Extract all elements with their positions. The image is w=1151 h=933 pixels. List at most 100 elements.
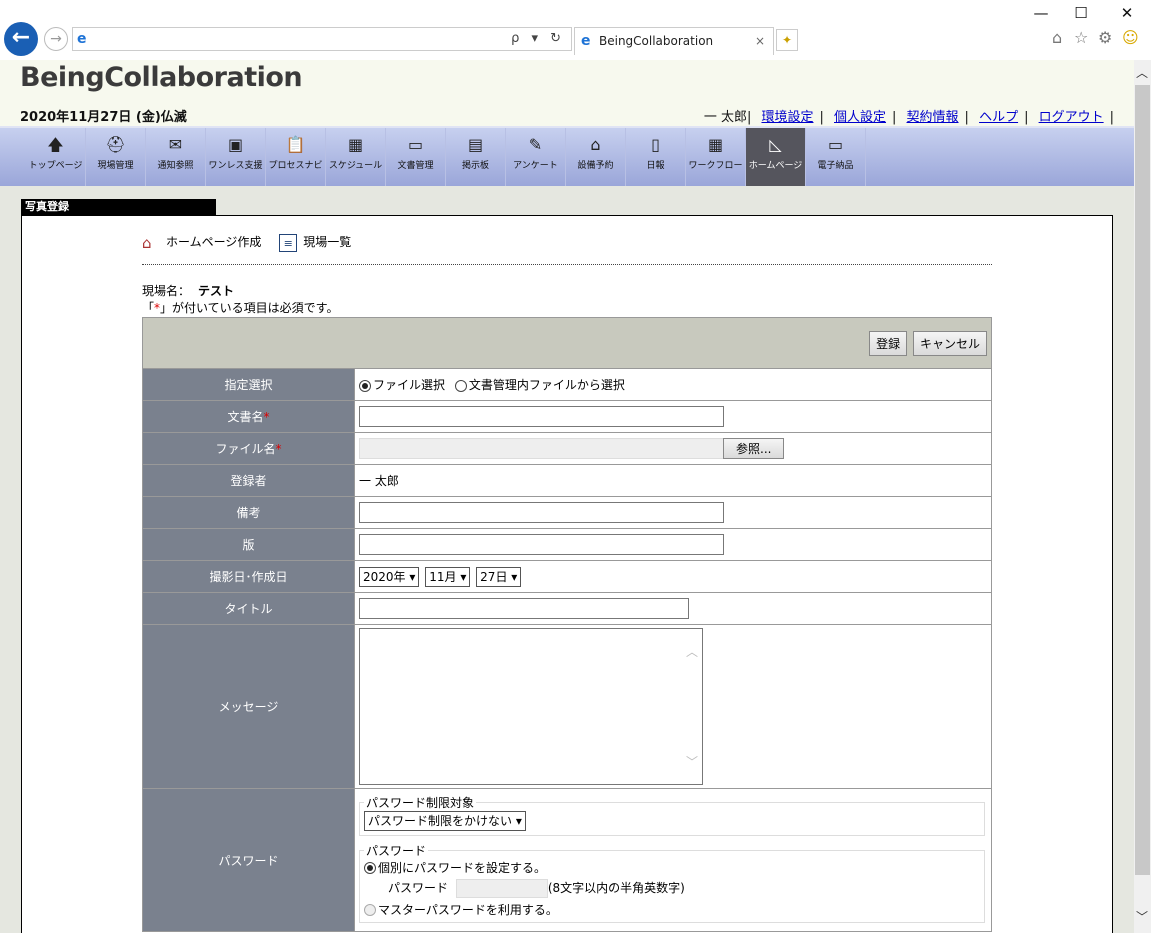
radio-master-password[interactable] [364, 904, 376, 916]
select-mode: ファイル選択 文書管理内ファイルから選択 [354, 368, 992, 401]
clipboard-icon: 📋 [285, 135, 306, 154]
vertical-scrollbar[interactable]: ︿ ﹀ [1134, 60, 1151, 933]
scroll-down-icon: ﹀ [685, 755, 698, 769]
maximize-button[interactable]: ☐ [1066, 4, 1096, 22]
divider [142, 264, 992, 265]
month-select[interactable]: 11月 ▾ [425, 566, 471, 587]
folder-disc-icon: ▭ [827, 135, 844, 154]
menu-item-process-navi[interactable]: 📋 プロセスナビ [266, 128, 326, 188]
grid-icon: ▦ [707, 135, 724, 154]
filename-label: ファイル名* [142, 432, 355, 465]
docname-input[interactable] [359, 406, 724, 427]
tab-close-icon[interactable]: × [755, 28, 765, 55]
menu-item-homepage[interactable]: ◺ ホームページ [746, 128, 806, 188]
menu-item-top[interactable]: 🡅 トップページ [26, 128, 86, 188]
ie-logo-icon: e [581, 33, 591, 49]
select-label: 指定選択 [142, 368, 355, 401]
note-input[interactable] [359, 502, 724, 523]
message-label: メッセージ [142, 624, 355, 789]
version-label: 版 [142, 528, 355, 561]
new-tab-icon[interactable]: ✦ [776, 29, 798, 51]
menu-item-electronic-delivery[interactable]: ▭ 電子納品 [806, 128, 866, 188]
sub-links: ⌂ ホームページ作成 ≡ 現場一覧 [142, 233, 365, 252]
menu-item-schedule[interactable]: ▦ スケジュール [326, 128, 386, 188]
year-select[interactable]: 2020年 ▾ [359, 566, 420, 587]
triangle-ruler-icon: ◺ [769, 135, 782, 154]
browser-tab[interactable]: e BeingCollaboration × [574, 27, 774, 55]
scroll-down-icon[interactable]: ﹀ [1136, 908, 1148, 925]
radio-file-select[interactable] [359, 379, 371, 392]
tab-title: BeingCollaboration [599, 34, 714, 48]
mail-icon: ✉ [168, 135, 183, 154]
photo-register-form: 登録 キャンセル 指定選択 ファイル選択 文書管理内ファイルから選択 文書名* … [142, 317, 992, 932]
close-window-button[interactable]: ✕ [1112, 4, 1142, 22]
menu-item-oneless[interactable]: ▣ ワンレス支援 [206, 128, 266, 188]
home-icon[interactable]: ⌂ [1052, 28, 1062, 47]
title-input[interactable] [359, 598, 689, 619]
message-textarea[interactable]: ︿ ﹀ [359, 628, 703, 785]
calendar-icon: ▦ [347, 135, 364, 154]
favorites-star-icon[interactable]: ☆ [1074, 28, 1088, 47]
pen-icon: ✎ [528, 135, 543, 154]
address-tools[interactable]: ρ ▾ ↻ [511, 31, 565, 46]
link-environment-settings[interactable]: 環境設定 [761, 110, 813, 125]
content-area: 写真登録 ⌂ ホームページ作成 ≡ 現場一覧 現場名： テスト 「*」が付いている項目… [0, 186, 1134, 933]
menu-item-workflow[interactable]: ▦ ワークフロー [686, 128, 746, 188]
title-label: タイトル [142, 592, 355, 625]
forward-arrow-icon[interactable]: → [44, 27, 68, 51]
user-name: 一 太郎 [703, 110, 747, 125]
calendar-day-icon: ▣ [227, 135, 244, 154]
menu-item-bulletin-board[interactable]: ▤ 掲示板 [446, 128, 506, 188]
smiley-feedback-icon[interactable]: ☺ [1122, 28, 1139, 47]
link-help[interactable]: ヘルプ [979, 110, 1018, 125]
ie-logo-icon: e [77, 31, 87, 47]
link-contract-info[interactable]: 契約情報 [907, 110, 959, 125]
radio-individual-password[interactable] [364, 862, 376, 874]
password-group: パスワード 個別にパスワードを設定する。 パスワード (8文字以内の半角英数字)… [359, 841, 985, 923]
password-input[interactable] [455, 878, 548, 898]
link-site-list[interactable]: ≡ 現場一覧 [279, 233, 351, 252]
docname-label: 文書名* [142, 400, 355, 433]
settings-gear-icon[interactable]: ⚙ [1098, 28, 1112, 47]
scrollbar-thumb[interactable] [1135, 85, 1150, 875]
menu-item-notifications[interactable]: ✉ 通知参照 [146, 128, 206, 188]
password-target-select[interactable]: パスワード制限をかけない ▾ [364, 810, 526, 831]
current-date: 2020年11月27日 (金)仏滅 [20, 110, 187, 125]
menu-item-survey[interactable]: ✎ アンケート [506, 128, 566, 188]
register-button[interactable]: 登録 [869, 330, 908, 356]
link-create-homepage[interactable]: ⌂ ホームページ作成 [142, 233, 261, 252]
house-icon: ⌂ [142, 233, 152, 252]
radio-doc-select[interactable] [454, 379, 467, 392]
document-icon: ▯ [651, 135, 660, 154]
link-logout[interactable]: ログアウト [1039, 110, 1104, 125]
page-title: 写真登録 [21, 199, 216, 215]
password-target-group: パスワード制限対象 パスワード制限をかけない ▾ [359, 793, 985, 836]
board-icon: ▤ [467, 135, 484, 154]
browse-button[interactable]: 参照... [723, 438, 785, 459]
site-name-row: 現場名： テスト [142, 284, 235, 298]
version-input[interactable] [359, 534, 724, 555]
registrant-value: 一 太郎 [354, 464, 992, 497]
menu-item-daily-report[interactable]: ▯ 日報 [626, 128, 686, 188]
address-bar[interactable]: e ρ ▾ ↻ [72, 27, 572, 51]
registrant-label: 登録者 [142, 464, 355, 497]
top-links: 一 太郎| 環境設定 | 個人設定 | 契約情報 | ヘルプ | ログアウト | [703, 110, 1114, 125]
cancel-button[interactable]: キャンセル [912, 330, 987, 356]
menu-item-facility-booking[interactable]: ⌂ 設備予約 [566, 128, 626, 188]
filename-input[interactable] [359, 438, 724, 459]
facility-icon: ⌂ [590, 135, 601, 154]
scroll-up-icon[interactable]: ︿ [1136, 64, 1148, 81]
back-arrow-icon[interactable]: ← [4, 22, 38, 56]
main-menu: 🡅 トップページ ⛑ 現場管理 ✉ 通知参照 ▣ ワンレス支援 📋 プロセスナビ ▦ スケジ… [0, 126, 1134, 188]
menu-item-documents[interactable]: ▭ 文書管理 [386, 128, 446, 188]
helmet-icon: ⛑ [105, 135, 126, 154]
app-logo[interactable]: BeingCollaboration [20, 62, 303, 93]
list-book-icon: ≡ [279, 233, 298, 252]
date-label: 撮影日･作成日 [142, 560, 355, 593]
minimize-button[interactable]: — [1026, 4, 1056, 22]
password-label: パスワード [142, 788, 355, 932]
day-select[interactable]: 27日 ▾ [476, 566, 522, 587]
folder-icon: ▭ [407, 135, 424, 154]
menu-item-site-management[interactable]: ⛑ 現場管理 [86, 128, 146, 188]
link-personal-settings[interactable]: 個人設定 [834, 110, 886, 125]
